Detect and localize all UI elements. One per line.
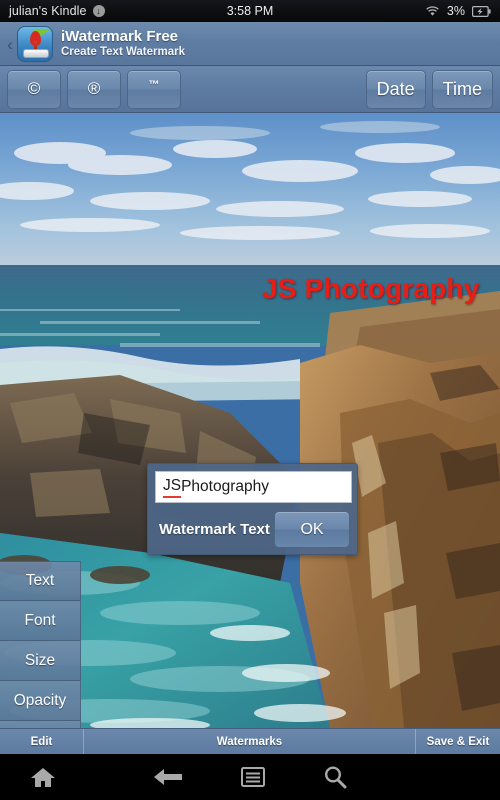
app-screen: julian's Kindle ↓ 3:58 PM 3% ‹ iWatermar…: [0, 0, 500, 800]
device-name-label: julian's Kindle: [9, 4, 87, 18]
search-icon: [324, 766, 347, 789]
back-arrow-icon: [154, 769, 182, 785]
app-header: ‹ iWatermark Free Create Text Watermark: [0, 22, 500, 66]
nav-home-button[interactable]: [0, 765, 86, 789]
symbol-toolbar: © ® ™ Date Time: [0, 66, 500, 113]
registered-symbol-button[interactable]: ®: [67, 69, 121, 109]
watermark-text-input[interactable]: JS Photography: [155, 471, 352, 503]
back-chevron-icon[interactable]: ‹: [4, 36, 16, 53]
wifi-icon: [425, 5, 440, 17]
sidebar-item-font[interactable]: Font: [0, 601, 81, 641]
watermark-text-dialog: JS Photography Watermark Text OK: [147, 463, 358, 555]
input-value-rest: Photography: [181, 478, 269, 495]
dialog-label: Watermark Text: [159, 521, 270, 538]
iwatermark-app-icon: [17, 25, 53, 62]
misspelled-word: JS: [163, 477, 182, 498]
app-subtitle: Create Text Watermark: [61, 45, 185, 58]
watermark-text-overlay[interactable]: JS Photography: [262, 273, 480, 305]
battery-percent-label: 3%: [446, 4, 465, 18]
stamp-base-shape: [23, 48, 49, 58]
insert-date-button[interactable]: Date: [365, 69, 426, 109]
app-title-block: iWatermark Free Create Text Watermark: [61, 28, 185, 58]
nav-search-button[interactable]: [323, 765, 347, 789]
app-title: iWatermark Free: [61, 28, 178, 46]
dialog-footer: Watermark Text OK: [155, 511, 350, 548]
sidebar-item-text[interactable]: Text: [0, 561, 81, 601]
download-icon: ↓: [92, 5, 105, 17]
tab-save-and-exit[interactable]: Save & Exit: [416, 729, 500, 754]
nav-back-button[interactable]: [153, 767, 183, 787]
editor-side-menu: Text Font Size Opacity Color Angle Posit…: [0, 561, 81, 728]
status-bar-right: 3%: [425, 4, 491, 18]
sidebar-item-color[interactable]: Color: [0, 721, 81, 728]
nav-menu-button[interactable]: [241, 766, 265, 788]
tab-edit[interactable]: Edit: [0, 729, 84, 754]
android-status-bar: julian's Kindle ↓ 3:58 PM 3%: [0, 0, 500, 22]
trademark-symbol-button[interactable]: ™: [127, 69, 181, 109]
sidebar-item-opacity[interactable]: Opacity: [0, 681, 81, 721]
menu-icon: [241, 767, 265, 787]
tab-watermarks[interactable]: Watermarks: [84, 729, 416, 754]
copyright-symbol-button[interactable]: ©: [7, 69, 61, 109]
status-bar-left: julian's Kindle ↓: [9, 4, 425, 18]
app-bottom-tabs: Edit Watermarks Save & Exit: [0, 728, 500, 754]
ok-button[interactable]: OK: [274, 511, 350, 548]
photo-canvas[interactable]: JS Photography JS Photography Watermark …: [0, 113, 500, 728]
battery-charging-icon: [472, 5, 491, 17]
sidebar-item-size[interactable]: Size: [0, 641, 81, 681]
android-nav-bar: [0, 754, 500, 800]
insert-time-button[interactable]: Time: [431, 69, 493, 109]
home-icon: [30, 765, 56, 789]
nav-center-group: [86, 765, 414, 789]
